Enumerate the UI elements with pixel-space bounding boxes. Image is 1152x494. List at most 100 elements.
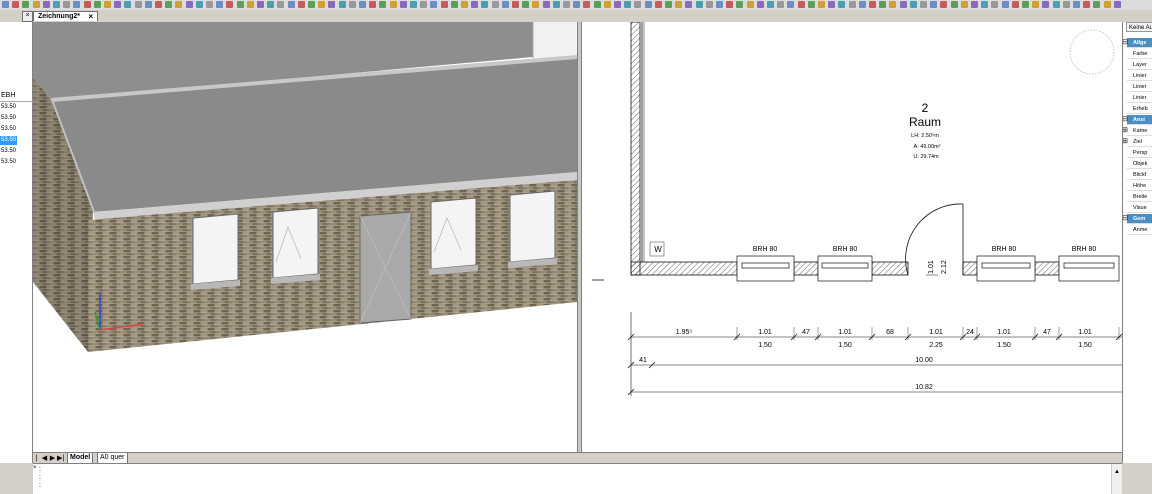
- layer-row[interactable]: 53.50: [0, 114, 17, 123]
- toolbar-tool-icon[interactable]: [624, 1, 632, 8]
- toolbar-tool-icon[interactable]: [297, 1, 305, 8]
- toolbar-tool-icon[interactable]: [981, 1, 989, 8]
- toolbar-tool-icon[interactable]: [940, 1, 948, 8]
- toolbar-tool-icon[interactable]: [318, 1, 326, 8]
- toolbar-tool-icon[interactable]: [114, 1, 122, 8]
- toolbar-tool-icon[interactable]: [53, 1, 60, 8]
- toolbar-tool-icon[interactable]: [22, 1, 30, 8]
- toolbar-tool-icon[interactable]: [185, 1, 193, 8]
- toolbar-tool-icon[interactable]: [971, 1, 978, 8]
- toolbar-tool-icon[interactable]: [869, 1, 876, 8]
- toolbar-tool-icon[interactable]: [308, 1, 315, 8]
- toolbar-tool-icon[interactable]: [246, 1, 254, 8]
- tab-zeichnung2[interactable]: Zeichnung2* ×: [33, 11, 98, 21]
- command-scrollbar[interactable]: ▲: [1111, 464, 1122, 494]
- expand-toggle-icon[interactable]: ⊟: [1123, 214, 1128, 224]
- toolbar-tool-icon[interactable]: [787, 1, 795, 8]
- toolbar-tool-icon[interactable]: [552, 1, 560, 8]
- toolbar-tool-icon[interactable]: [736, 1, 744, 8]
- property-row[interactable]: Linier: [1127, 71, 1152, 81]
- toolbar-tool-icon[interactable]: [1011, 1, 1019, 8]
- toolbar-tool-icon[interactable]: [797, 1, 805, 8]
- property-row[interactable]: Layer: [1127, 60, 1152, 70]
- toolbar-tool-icon[interactable]: [1073, 1, 1080, 8]
- close-icon[interactable]: ×: [88, 12, 93, 22]
- toolbar-tool-icon[interactable]: [675, 1, 683, 8]
- toolbar-tool-icon[interactable]: [1032, 1, 1040, 8]
- toolbar-tool-icon[interactable]: [695, 1, 703, 8]
- toolbar-tool-icon[interactable]: [909, 1, 917, 8]
- toolbar-tool-icon[interactable]: [522, 1, 530, 8]
- property-section[interactable]: Gem: [1127, 214, 1152, 224]
- toolbar-tool-icon[interactable]: [512, 1, 519, 8]
- toolbar-tool-icon[interactable]: [767, 1, 774, 8]
- toolbar-tool-icon[interactable]: [879, 1, 887, 8]
- layer-row[interactable]: 53.50: [0, 136, 17, 145]
- scroll-up-icon[interactable]: ▲: [1114, 469, 1120, 475]
- toolbar-tool-icon[interactable]: [818, 1, 825, 8]
- property-row[interactable]: Blickf: [1127, 170, 1152, 180]
- toolbar-tool-icon[interactable]: [1113, 1, 1121, 8]
- toolbar-tool-icon[interactable]: [83, 1, 91, 8]
- toolbar-tool-icon[interactable]: [481, 1, 489, 8]
- toolbar-tool-icon[interactable]: [42, 1, 50, 8]
- toolbar-tool-icon[interactable]: [73, 1, 81, 8]
- toolbar-tool-icon[interactable]: [359, 1, 366, 8]
- panel-close-icon[interactable]: ×: [22, 11, 33, 22]
- toolbar-tool-icon[interactable]: [930, 1, 938, 8]
- toolbar-tool-icon[interactable]: [960, 1, 968, 8]
- toolbar-tool-icon[interactable]: [348, 1, 356, 8]
- command-line[interactable]: × : : : ▲: [33, 463, 1122, 494]
- toolbar-tool-icon[interactable]: [450, 1, 458, 8]
- toolbar-tool-icon[interactable]: [573, 1, 581, 8]
- toolbar-tool-icon[interactable]: [614, 1, 621, 8]
- toolbar-tool-icon[interactable]: [287, 1, 295, 8]
- toolbar-tool-icon[interactable]: [226, 1, 234, 8]
- toolbar-tool-icon[interactable]: [777, 1, 785, 8]
- property-row[interactable]: Breite: [1127, 192, 1152, 202]
- toolbar-tool-icon[interactable]: [828, 1, 836, 8]
- toolbar-tool-icon[interactable]: [93, 1, 101, 8]
- toolbar-tool-icon[interactable]: [379, 1, 387, 8]
- toolbar-tool-icon[interactable]: [236, 1, 244, 8]
- toolbar-tool-icon[interactable]: [430, 1, 438, 8]
- toolbar-tool-icon[interactable]: [257, 1, 264, 8]
- property-row[interactable]: Ziel: [1127, 137, 1152, 147]
- toolbar-tool-icon[interactable]: [705, 1, 713, 8]
- toolbar-tool-icon[interactable]: [165, 1, 173, 8]
- layer-row[interactable]: 53.50: [0, 125, 17, 134]
- next-tab-icon[interactable]: ▶: [49, 454, 56, 463]
- prev-tab-icon[interactable]: ◀: [41, 454, 48, 463]
- toolbar-tool-icon[interactable]: [899, 1, 907, 8]
- toolbar-tool-icon[interactable]: [2, 1, 9, 8]
- toolbar-tool-icon[interactable]: [155, 1, 162, 8]
- toolbar-tool-icon[interactable]: [603, 1, 611, 8]
- toolbar-tool-icon[interactable]: [634, 1, 642, 8]
- toolbar-tool-icon[interactable]: [920, 1, 927, 8]
- toolbar-tool-icon[interactable]: [1093, 1, 1101, 8]
- toolbar-tool-icon[interactable]: [532, 1, 540, 8]
- toolbar-tool-icon[interactable]: [848, 1, 856, 8]
- toolbar-tool-icon[interactable]: [175, 1, 183, 8]
- toolbar-tool-icon[interactable]: [542, 1, 550, 8]
- property-row[interactable]: Kame: [1127, 126, 1152, 136]
- layer-row[interactable]: 53.50: [0, 158, 17, 167]
- toolbar-tool-icon[interactable]: [491, 1, 499, 8]
- toolbar-tool-icon[interactable]: [726, 1, 734, 8]
- property-row[interactable]: Höhe: [1127, 181, 1152, 191]
- toolbar-tool-icon[interactable]: [807, 1, 815, 8]
- toolbar-tool-icon[interactable]: [206, 1, 213, 8]
- property-section[interactable]: Allge: [1127, 38, 1152, 48]
- layer-row[interactable]: 53.50: [0, 147, 17, 156]
- toolbar-tool-icon[interactable]: [1052, 1, 1060, 8]
- toolbar-tool-icon[interactable]: [889, 1, 897, 8]
- property-row[interactable]: Farbe: [1127, 49, 1152, 59]
- expand-toggle-icon[interactable]: ⊞: [1123, 126, 1128, 136]
- toolbar-tool-icon[interactable]: [644, 1, 652, 8]
- toolbar-tool-icon[interactable]: [1083, 1, 1091, 8]
- toolbar-tool-icon[interactable]: [338, 1, 346, 8]
- property-row[interactable]: Visue: [1127, 203, 1152, 213]
- property-row[interactable]: Objek: [1127, 159, 1152, 169]
- toolbar-tool-icon[interactable]: [420, 1, 428, 8]
- viewport-3d[interactable]: [33, 22, 577, 452]
